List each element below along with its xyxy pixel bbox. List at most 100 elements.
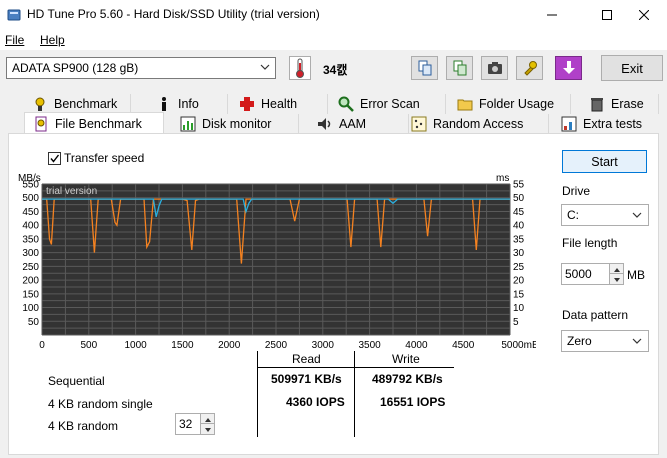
tab-erase[interactable]: Erase [571,94,659,114]
extra-tests-icon [561,116,577,132]
file-length-label: File length [562,236,618,250]
x-tick-label: 5000mB [501,340,536,351]
y-left-tick-label: 250 [22,262,39,273]
tab-aam[interactable]: AAM [299,114,409,134]
benchmark-icon [35,97,45,111]
y-right-tick-label: 40 [513,221,525,232]
file-length-stepper[interactable]: 5000 [561,263,624,285]
random-access-icon [411,116,427,132]
health-cross-icon [240,97,254,111]
temperature-readout: 34캜 [323,63,348,77]
tab-folder-usage[interactable]: Folder Usage [446,94,571,114]
close-button[interactable] [621,0,667,30]
tab-info[interactable]: Info [131,94,228,114]
x-tick-label: 2000 [218,340,241,351]
menu-help[interactable]: Help [40,33,65,47]
stepper-down-button[interactable] [200,424,214,434]
row-label-4kb-random: 4 KB random [48,419,119,433]
options-button[interactable] [516,56,543,80]
save-button[interactable] [555,56,582,80]
chevron-down-icon [632,212,642,218]
write-header: Write [392,352,420,366]
y-left-tick-label: 500 [22,193,39,204]
window-title: HD Tune Pro 5.60 - Hard Disk/SSD Utility… [27,7,320,21]
menu-file[interactable]: File [5,33,24,47]
copy-info-button[interactable] [411,56,438,80]
magnifier-icon [338,96,354,112]
x-tick-label: 2500 [265,340,288,351]
file-length-unit: MB [627,268,645,282]
x-tick-label: 500 [80,340,97,351]
y-left-tick-label: 150 [22,289,39,300]
drive-selector[interactable]: ADATA SP900 (128 gB) [6,57,276,79]
speaker-icon [318,118,331,130]
y-right-tick-label: 5 [513,317,519,328]
y-left-tick-label: 200 [22,276,39,287]
queue-depth-stepper[interactable]: 32 [175,413,215,435]
y-left-tick-label: 350 [22,234,39,245]
copy-green-icon [453,60,466,76]
x-tick-label: 0 [39,340,45,351]
data-pattern-dropdown[interactable]: Zero [561,330,649,352]
screenshot-button[interactable] [481,56,508,80]
tab-health[interactable]: Health [228,94,328,114]
file-length-down-button[interactable] [609,274,623,284]
file-benchmark-icon [35,116,47,131]
file-length-value: 5000 [565,267,592,281]
queue-depth-value: 32 [179,417,193,431]
y-left-tick-label: 400 [22,221,39,232]
thermometer-icon [296,58,304,78]
exit-button[interactable]: Exit [601,55,663,81]
disk-monitor-icon [180,116,196,132]
table-divider-2 [354,351,355,437]
tab-random-access[interactable]: Random Access [409,114,549,134]
tab-file-benchmark[interactable]: File Benchmark [24,112,164,134]
tab-error-scan[interactable]: Error Scan [328,94,446,114]
x-tick-label: 1500 [171,340,194,351]
y-left-tick-label: 100 [22,303,39,314]
4kb-single-read-value: 4360 IOPS [286,395,345,409]
info-icon [162,97,166,111]
sequential-read-value: 509971 KB/s [271,372,342,386]
y-right-tick-label: 55 [513,180,525,191]
minimize-button[interactable] [529,0,575,30]
tab-benchmark[interactable]: Benchmark [12,94,131,114]
thermometer-button[interactable] [289,56,311,80]
drive-selector-value: ADATA SP900 (128 gB) [12,61,139,75]
tab-extra-tests[interactable]: Extra tests [549,114,659,134]
y-right-tick-label: 10 [513,303,525,314]
transfer-chart: 5010015020025030035040045050055051015202… [18,173,536,351]
x-tick-label: 4500 [452,340,475,351]
transfer-speed-checkbox[interactable] [48,152,61,165]
y-right-tick-label: 35 [513,234,525,245]
folder-icon [457,99,473,111]
tab-disk-monitor[interactable]: Disk monitor [164,114,299,134]
read-header: Read [292,352,321,366]
file-length-up-button[interactable] [609,264,623,274]
y-left-tick-label: 300 [22,248,39,259]
sequential-write-value: 489792 KB/s [372,372,443,386]
y-right-tick-label: 50 [513,193,525,204]
x-tick-label: 4000 [405,340,428,351]
stepper-up-button[interactable] [200,414,214,424]
copy-screenshot-button[interactable] [446,56,473,80]
start-button[interactable]: Start [562,150,647,173]
row-label-sequential: Sequential [48,374,105,388]
y-right-tick-label: 30 [513,248,525,259]
row-label-4kb-single: 4 KB random single [48,397,153,411]
y-left-tick-label: 450 [22,207,39,218]
chart-watermark: trial version [46,186,97,197]
chevron-down-icon [260,64,270,70]
app-icon [7,9,21,21]
table-header-line [257,367,454,368]
chevron-down-icon [632,338,642,344]
maximize-icon [602,10,612,20]
camera-icon [487,62,502,74]
wrench-icon [523,61,537,76]
copy-icon [418,60,431,76]
drive-dropdown[interactable]: C: [561,204,649,226]
left-unit-label: MB/s [18,173,41,184]
checkmark-icon [50,154,60,163]
x-tick-label: 1000 [124,340,147,351]
minimize-icon [547,14,557,16]
